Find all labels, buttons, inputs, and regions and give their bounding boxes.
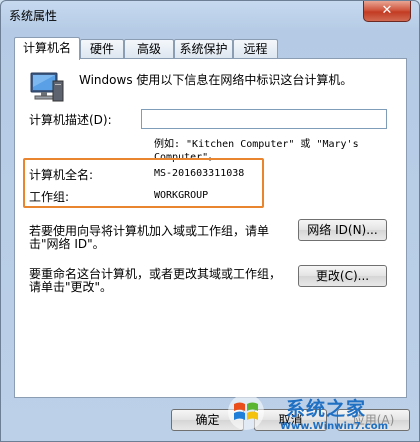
computer-icon: [30, 72, 64, 102]
description-input[interactable]: [141, 109, 387, 129]
change-button[interactable]: 更改(C)...: [298, 265, 387, 287]
title-bar[interactable]: 系统属性 ✕: [1, 1, 419, 31]
tab-computer-name[interactable]: 计算机名: [14, 37, 80, 60]
network-id-button[interactable]: 网络 ID(N)...: [298, 219, 387, 241]
change-text-line-2: 请单击"更改"。: [29, 280, 113, 294]
close-icon: ✕: [381, 3, 393, 18]
tab-system-protection[interactable]: 系统保护: [174, 39, 233, 58]
description-label: 计算机描述(D):: [29, 113, 112, 127]
tab-advanced[interactable]: 高级: [124, 39, 174, 58]
close-button[interactable]: ✕: [363, 1, 411, 22]
intro-text: Windows 使用以下信息在网络中标识这台计算机。: [79, 73, 353, 87]
system-properties-window: 系统属性 ✕ 计算机名 硬件 高级 系统保护 远程 Windows 使用以下信息…: [0, 0, 420, 442]
watermark-url: Www.Winwin7.com: [280, 421, 389, 432]
window-title: 系统属性: [9, 9, 58, 23]
computer-name-panel: Windows 使用以下信息在网络中标识这台计算机。 计算机描述(D): 例如:…: [14, 58, 407, 398]
watermark-brand: 系统之家: [286, 398, 367, 420]
tab-hardware[interactable]: 硬件: [80, 39, 124, 58]
watermark: 系统之家 Www.Winwin7.com: [226, 388, 420, 442]
windows-logo-icon: [228, 394, 264, 430]
network-id-text-line-2: 击"网络 ID"。: [29, 237, 105, 251]
highlight-box: [23, 158, 264, 208]
tab-remote[interactable]: 远程: [233, 39, 278, 58]
